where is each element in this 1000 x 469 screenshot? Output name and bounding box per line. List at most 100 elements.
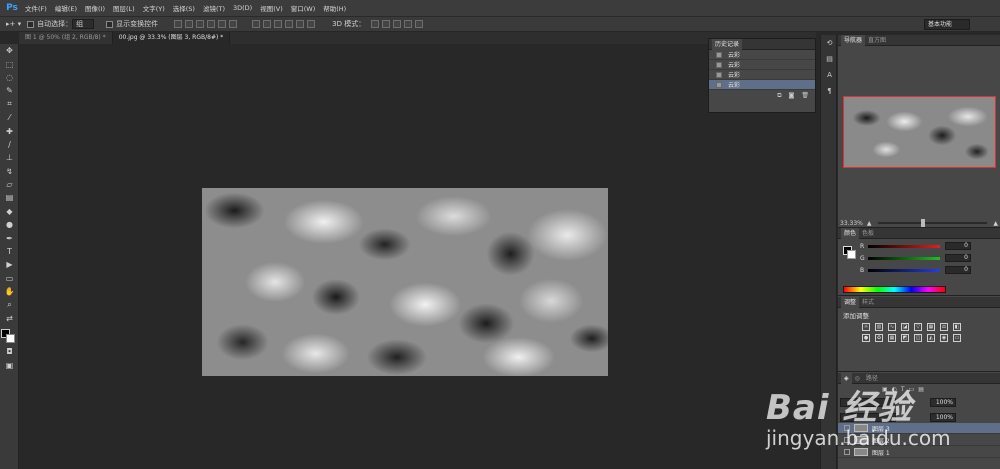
history-item[interactable]: 云彩: [709, 60, 815, 70]
workspace-dropdown[interactable]: 基本功能: [924, 19, 970, 30]
blue-slider[interactable]: [868, 268, 940, 272]
menu-select[interactable]: 选择(S): [173, 3, 195, 13]
color-swatches-icon[interactable]: [0, 325, 19, 345]
hue-icon[interactable]: ▦: [927, 323, 935, 331]
menu-type[interactable]: 文字(Y): [143, 3, 165, 13]
swatches-tab[interactable]: 色板: [859, 228, 877, 239]
swap-colors-icon[interactable]: ⇄: [0, 312, 19, 325]
quick-select-tool-icon[interactable]: ✎: [0, 84, 19, 97]
stamp-tool-icon[interactable]: ⊥: [0, 151, 19, 164]
color-balance-icon[interactable]: ⚖: [940, 323, 948, 331]
menu-3d[interactable]: 3D(D): [233, 4, 252, 12]
dodge-tool-icon[interactable]: ●: [0, 218, 19, 231]
black-white-icon[interactable]: ◧: [953, 323, 961, 331]
channel-mixer-icon[interactable]: ♻: [875, 334, 883, 342]
quick-mask-icon[interactable]: ◘: [0, 345, 19, 358]
shape-tool-icon[interactable]: ▭: [0, 272, 19, 285]
align-right-icon[interactable]: [229, 20, 238, 28]
history-brush-tool-icon[interactable]: ↯: [0, 165, 19, 178]
history-item[interactable]: 云彩: [709, 50, 815, 60]
threshold-icon[interactable]: ◭: [927, 334, 935, 342]
gradient-map-icon[interactable]: ▭: [953, 334, 961, 342]
show-transform-option[interactable]: 显示变换控件: [106, 19, 158, 29]
invert-icon[interactable]: ◩: [901, 334, 909, 342]
lasso-tool-icon[interactable]: ◌: [0, 71, 19, 84]
vibrance-icon[interactable]: ▽: [914, 323, 922, 331]
selective-color-icon[interactable]: ◉: [940, 334, 948, 342]
eraser-tool-icon[interactable]: ▱: [0, 178, 19, 191]
zoom-slider[interactable]: [877, 219, 988, 227]
type-tool-icon[interactable]: T: [0, 245, 19, 258]
history-item-selected[interactable]: 云彩: [709, 80, 815, 90]
menu-filter[interactable]: 滤镜(T): [203, 3, 225, 13]
screen-mode-icon[interactable]: ▣: [0, 359, 19, 372]
styles-tab[interactable]: 样式: [859, 297, 877, 308]
align-left-icon[interactable]: [207, 20, 216, 28]
posterize-icon[interactable]: ◫: [914, 334, 922, 342]
blur-tool-icon[interactable]: ◆: [0, 205, 19, 218]
brightness-icon[interactable]: ☼: [862, 323, 870, 331]
menu-image[interactable]: 图像(I): [85, 3, 105, 13]
menu-help[interactable]: 帮助(H): [323, 3, 346, 13]
trash-icon[interactable]: 🗑: [801, 92, 809, 99]
properties-panel-icon[interactable]: ▤: [821, 51, 838, 67]
3d-pan-icon[interactable]: [393, 20, 402, 28]
crop-tool-icon[interactable]: ⌗: [0, 98, 19, 111]
show-transform-checkbox[interactable]: [106, 20, 114, 28]
move-tool-icon[interactable]: ✥: [0, 44, 19, 57]
path-select-tool-icon[interactable]: ▶: [0, 258, 19, 271]
new-document-icon[interactable]: ⧉: [777, 92, 781, 100]
history-tab[interactable]: 历史记录: [712, 38, 743, 50]
3d-scale-icon[interactable]: [415, 20, 424, 28]
gradient-tool-icon[interactable]: ▤: [0, 191, 19, 204]
auto-select-dropdown[interactable]: 组: [72, 19, 95, 29]
menu-file[interactable]: 文件(F): [25, 3, 47, 13]
align-hcenter-icon[interactable]: [218, 20, 227, 28]
adjustments-tab[interactable]: 调整: [841, 296, 860, 308]
green-value[interactable]: 0: [945, 254, 971, 262]
auto-select-checkbox[interactable]: [27, 20, 35, 28]
color-lookup-icon[interactable]: ▦: [888, 334, 896, 342]
doc-tab-1[interactable]: 图 1 @ 50% (组 2, RGB/8) *: [19, 32, 113, 44]
red-value[interactable]: 0: [945, 242, 971, 250]
auto-select-option[interactable]: 自动选择： 组: [27, 19, 95, 29]
move-tool-preset[interactable]: ▸+ ▾: [6, 20, 21, 28]
background-color-swatch[interactable]: [847, 250, 856, 259]
distribute-2-icon[interactable]: [263, 20, 272, 28]
distribute-3-icon[interactable]: [274, 20, 283, 28]
curves-icon[interactable]: ∿: [888, 323, 896, 331]
healing-tool-icon[interactable]: ✚: [0, 124, 19, 137]
distribute-5-icon[interactable]: [296, 20, 305, 28]
menu-edit[interactable]: 编辑(E): [55, 3, 77, 13]
zoom-out-icon[interactable]: ▲: [867, 220, 872, 227]
photo-filter-icon[interactable]: ●: [862, 334, 870, 342]
marquee-tool-icon[interactable]: ⬚: [0, 57, 19, 70]
paragraph-panel-icon[interactable]: ¶: [821, 83, 838, 99]
character-panel-icon[interactable]: A: [821, 67, 838, 83]
align-top-icon[interactable]: [174, 20, 183, 28]
zoom-slider-knob[interactable]: [921, 219, 926, 227]
align-vcenter-icon[interactable]: [185, 20, 194, 28]
navigator-preview[interactable]: [843, 96, 996, 168]
histogram-tab[interactable]: 直方图: [865, 35, 889, 46]
menu-view[interactable]: 视图(V): [260, 3, 283, 13]
history-panel-icon[interactable]: ⟲: [821, 35, 838, 51]
doc-tab-2[interactable]: 00.jpg @ 33.3% (图层 3, RGB/8#) *: [112, 32, 231, 44]
color-spectrum[interactable]: [843, 286, 946, 293]
distribute-6-icon[interactable]: [307, 20, 316, 28]
eyedropper-tool-icon[interactable]: ⁄: [0, 111, 19, 124]
document-canvas[interactable]: [202, 188, 608, 376]
pen-tool-icon[interactable]: ✒: [0, 231, 19, 244]
green-slider[interactable]: [868, 256, 940, 260]
distribute-1-icon[interactable]: [252, 20, 261, 28]
menu-window[interactable]: 窗口(W): [291, 3, 316, 13]
menu-layer[interactable]: 图层(L): [113, 3, 135, 13]
exposure-icon[interactable]: ◪: [901, 323, 909, 331]
levels-icon[interactable]: ▥: [875, 323, 883, 331]
zoom-value[interactable]: 33.33%: [840, 220, 863, 227]
align-bottom-icon[interactable]: [196, 20, 205, 28]
brush-tool-icon[interactable]: ∕: [0, 138, 19, 151]
hand-tool-icon[interactable]: ✋: [0, 285, 19, 298]
color-tab[interactable]: 颜色: [841, 227, 860, 239]
navigator-tab[interactable]: 导航器: [841, 34, 866, 46]
